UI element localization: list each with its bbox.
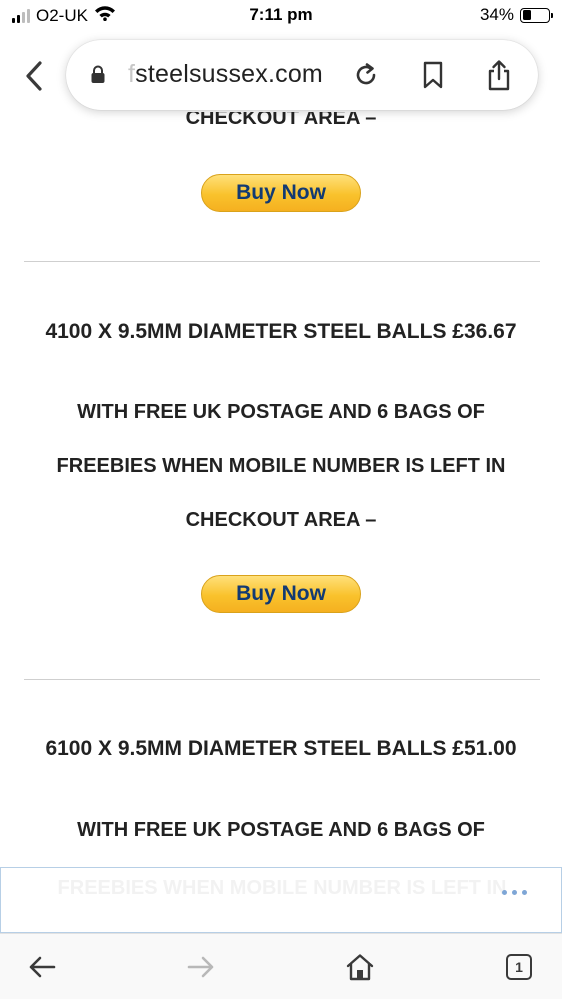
reload-icon[interactable] [349,58,383,92]
tab-count: 1 [506,954,532,980]
product-description-line: WITH FREE UK POSTAGE AND 6 BAGS OF [77,401,485,423]
status-right: 34% [479,5,553,25]
product-description-line: WITH FREE UK POSTAGE AND 6 BAGS OF [77,819,485,841]
product-description-line: CHECKOUT AREA – [185,509,377,531]
address-bar[interactable]: fsteelsussex.com [66,40,538,110]
battery-icon [520,7,553,23]
back-chevron-icon[interactable] [18,56,50,96]
tabs-icon[interactable]: 1 [502,950,536,984]
status-bar: O2-UK 7:11 pm 34% [0,0,562,32]
battery-level [522,10,531,20]
more-options-icon[interactable] [502,890,527,895]
cut-off-text: CHECKOUT AREA – [185,112,377,129]
divider [24,679,540,680]
overlay-card[interactable]: FREEBIES WHEN MOBILE NUMBER IS LEFT IN [0,867,562,933]
bookmark-icon[interactable] [416,58,450,92]
product-description-line: FREEBIES WHEN MOBILE NUMBER IS LEFT IN [57,877,507,899]
lock-icon [90,65,106,85]
buy-now-button[interactable]: Buy Now [201,575,361,613]
bottom-toolbar: 1 [0,933,562,999]
divider [24,261,540,262]
page-content: CHECKOUT AREA – Buy Now 4100 X 9.5MM DIA… [0,112,562,932]
product-title: 6100 X 9.5MM DIAMETER STEEL BALLS £51.00 [45,737,517,760]
buy-now-button[interactable]: Buy Now [201,174,361,212]
clock: 7:11 pm [249,5,313,24]
url-text[interactable]: fsteelsussex.com [128,60,323,89]
battery-percent: 34% [479,5,514,24]
share-icon[interactable] [482,58,516,92]
forward-arrow-icon[interactable] [184,950,218,984]
url-domain: steelsussex.com [135,60,323,88]
home-icon[interactable] [343,950,377,984]
product-description-line: FREEBIES WHEN MOBILE NUMBER IS LEFT IN [56,455,506,477]
back-arrow-icon[interactable] [25,950,59,984]
product-title: 4100 X 9.5MM DIAMETER STEEL BALLS £36.67 [45,320,517,343]
